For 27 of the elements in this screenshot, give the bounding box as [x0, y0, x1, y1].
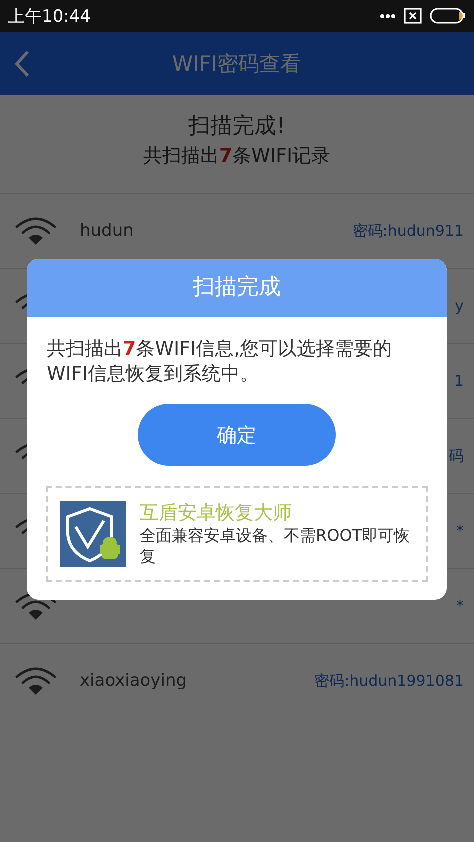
promo-title: 互盾安卓恢复大师: [140, 501, 293, 526]
sim-x-icon: [404, 8, 422, 24]
screen-title: WIFI密码查看: [172, 52, 302, 76]
promo-description: 全面兼容安卓设备、不需ROOT即可恢复: [140, 526, 412, 568]
wifi-password: y: [455, 297, 464, 315]
wifi-password: 1: [454, 372, 464, 390]
wifi-name: xiaoxiaoying: [80, 671, 188, 691]
dialog-message: 共扫描出7条WIFI信息,您可以选择需要的WIFI信息恢复到系统中。: [46, 337, 394, 386]
summary-text: 共扫描出7条WIFI记录: [143, 144, 331, 169]
wifi-password: 码: [449, 446, 464, 466]
battery-icon: [430, 8, 466, 24]
wifi-password: 密码:hudun911: [352, 222, 464, 240]
wifi-password: *: [456, 522, 464, 540]
dialog-title: 扫描完成: [193, 274, 281, 302]
shield-app-icon: [60, 501, 126, 568]
confirm-button[interactable]: 确定: [138, 404, 336, 466]
more-dots-icon: [380, 14, 396, 18]
back-icon: [14, 50, 30, 78]
status-time: 上午10:44: [8, 6, 91, 28]
promo-banner[interactable]: 互盾安卓恢复大师 全面兼容安卓设备、不需ROOT即可恢复: [46, 486, 428, 582]
summary-title: 扫描完成!: [188, 113, 286, 141]
wifi-name: hudun: [80, 221, 135, 241]
wifi-password: *: [456, 597, 464, 615]
wifi-icon: [14, 666, 58, 696]
wifi-icon: [14, 216, 58, 246]
wifi-row[interactable]: xiaoxiaoying 密码:hudun1991081: [0, 643, 474, 718]
wifi-password: 密码:hudun1991081: [314, 672, 464, 690]
